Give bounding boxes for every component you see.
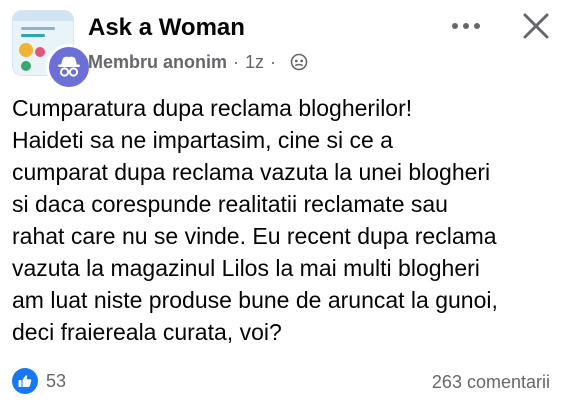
close-button[interactable] xyxy=(516,8,556,44)
comments-count-link[interactable]: 263 comentarii xyxy=(432,372,550,393)
anonymous-user-icon xyxy=(58,56,80,77)
author-name[interactable]: Membru anonim xyxy=(88,52,227,73)
anonymous-avatar[interactable] xyxy=(46,44,92,90)
close-icon xyxy=(523,13,549,39)
more-options-button[interactable] xyxy=(446,14,486,38)
group-audience-icon xyxy=(290,53,308,71)
reaction-count: 53 xyxy=(46,370,67,391)
post-time[interactable]: 1z xyxy=(245,52,264,73)
reactions-summary[interactable]: 53 xyxy=(12,368,66,394)
thumbnail-line xyxy=(21,27,55,30)
post-body-text: Cumparatura dupa reclama blogherilor! Ha… xyxy=(12,95,498,345)
post-header: Ask a Woman Membru anonim · 1z · xyxy=(0,0,568,90)
post-meta: Membru anonim · 1z · xyxy=(88,50,308,74)
meta-separator: · xyxy=(270,51,277,72)
thumbnail-line xyxy=(21,34,45,37)
thumbnail-dot xyxy=(21,61,31,71)
like-badge xyxy=(12,368,38,394)
meta-separator: · xyxy=(233,51,240,72)
more-horizontal-icon xyxy=(452,23,480,29)
thumbnail-dot xyxy=(35,47,45,57)
thumbnail-dot xyxy=(19,43,33,57)
thumbnail-top-bar xyxy=(13,11,73,21)
like-icon xyxy=(18,375,32,387)
post-footer: 53 263 comentarii xyxy=(0,364,568,404)
group-name[interactable]: Ask a Woman xyxy=(88,14,245,42)
